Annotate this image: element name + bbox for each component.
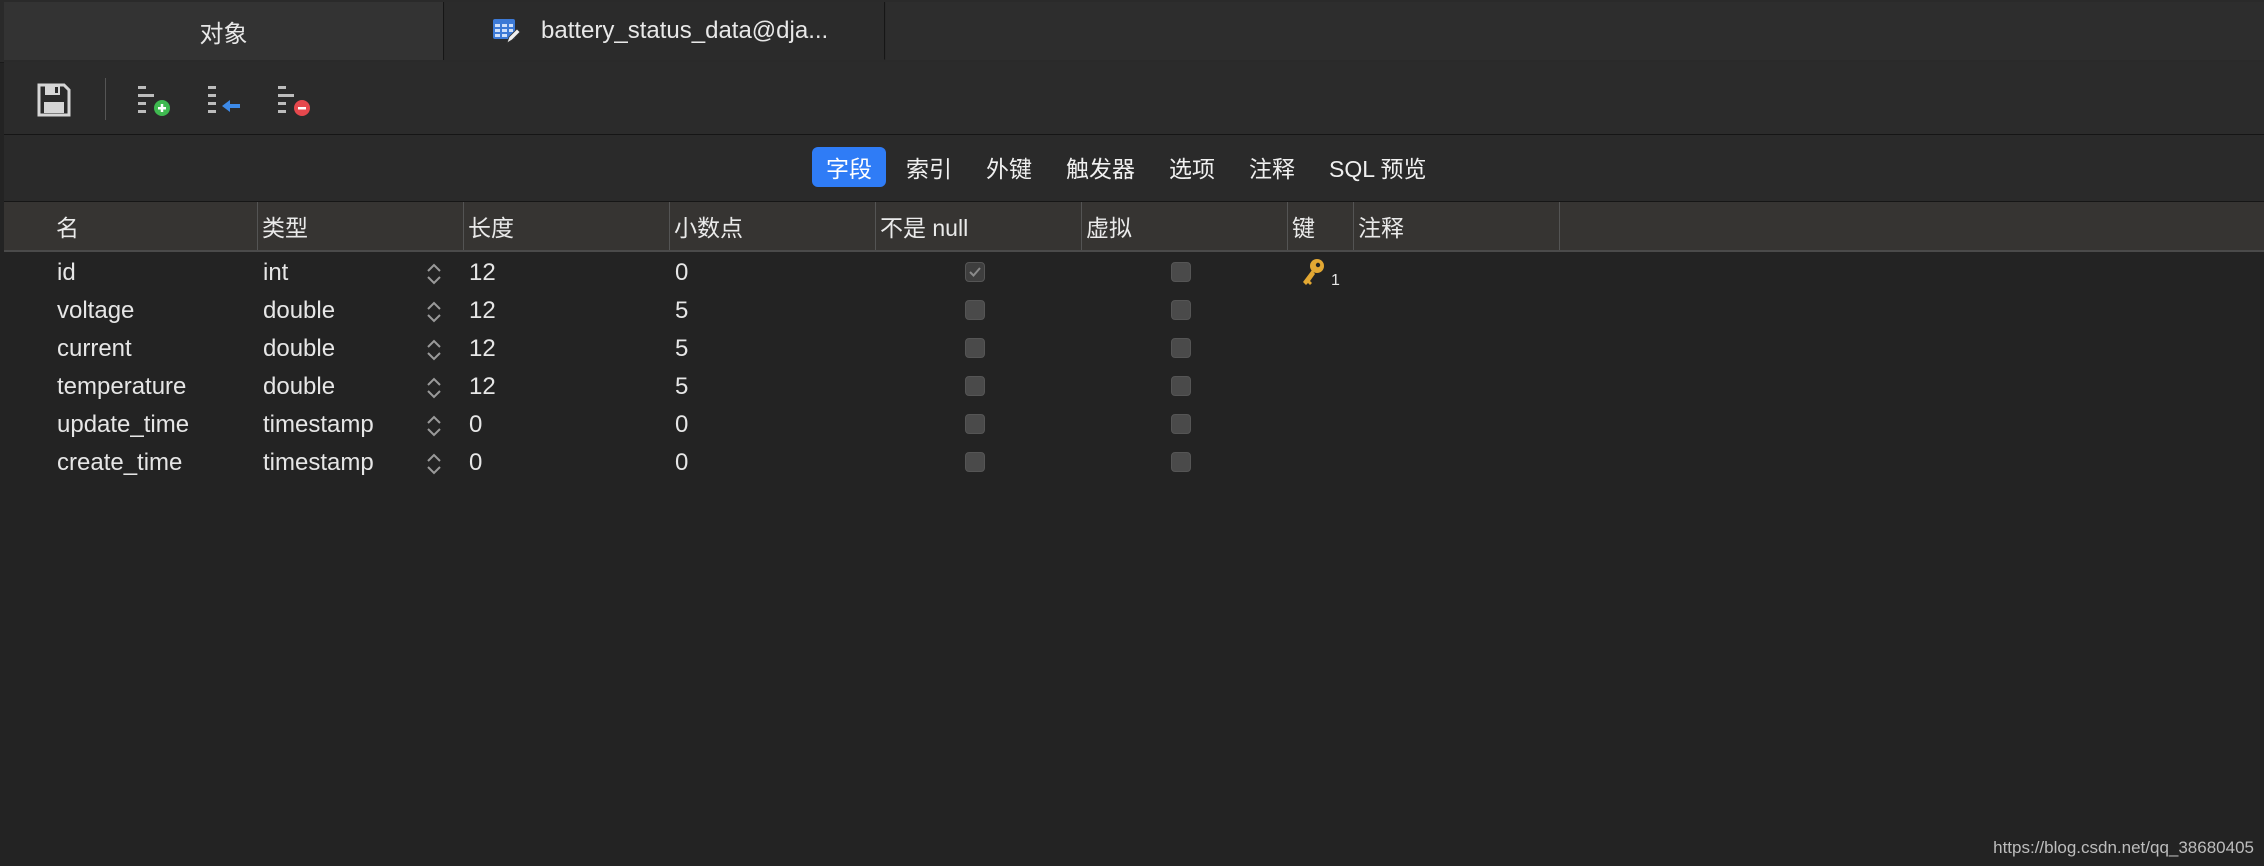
virtual-checkbox[interactable] — [1171, 414, 1191, 434]
field-length-cell[interactable]: 0 — [469, 444, 482, 482]
tab-foreign-keys-label: 外键 — [986, 156, 1032, 182]
field-decimal-cell[interactable]: 5 — [675, 368, 688, 406]
not-null-checkbox[interactable] — [965, 338, 985, 358]
type-stepper-icon[interactable] — [424, 374, 444, 402]
field-type-cell[interactable]: double — [263, 292, 335, 330]
field-type-cell[interactable]: int — [263, 254, 288, 292]
insert-field-icon — [208, 86, 240, 113]
save-button[interactable] — [34, 80, 74, 120]
not-null-checkbox[interactable] — [965, 300, 985, 320]
field-length-cell[interactable]: 12 — [469, 330, 496, 368]
table-row[interactable]: current double 12 5 — [4, 330, 2264, 368]
not-null-checkbox[interactable] — [965, 414, 985, 434]
field-name-cell[interactable]: voltage — [57, 292, 134, 330]
field-length-cell[interactable]: 12 — [469, 254, 496, 292]
table-designer-window: 对象 battery_status_data@dja... 字段 索引 外键 触… — [0, 0, 2264, 866]
designer-tabs: 字段 索引 外键 触发器 选项 注释 SQL 预览 — [812, 147, 1441, 187]
tab-options[interactable]: 选项 — [1155, 147, 1229, 187]
table-row[interactable]: voltage double 12 5 — [4, 292, 2264, 330]
type-stepper-icon[interactable] — [424, 412, 444, 440]
toolbar — [4, 62, 2264, 135]
table-edit-icon — [493, 18, 521, 44]
tab-bar: 对象 battery_status_data@dja... — [0, 0, 2264, 63]
tab-bar-empty-area — [886, 2, 2264, 60]
delete-field-icon — [278, 86, 310, 116]
field-decimal-cell[interactable]: 0 — [675, 444, 688, 482]
tab-foreign-keys[interactable]: 外键 — [972, 147, 1046, 187]
field-name-cell[interactable]: current — [57, 330, 132, 368]
tab-comment[interactable]: 注释 — [1235, 147, 1309, 187]
table-row[interactable]: update_time timestamp 0 0 — [4, 406, 2264, 444]
field-decimal-cell[interactable]: 5 — [675, 292, 688, 330]
delete-field-button[interactable] — [274, 80, 314, 120]
type-stepper-icon[interactable] — [424, 260, 444, 288]
column-header-type[interactable]: 类型 — [258, 202, 464, 250]
field-type-cell[interactable]: timestamp — [263, 444, 374, 482]
tab-sql-preview-label: SQL 预览 — [1329, 156, 1427, 182]
virtual-checkbox[interactable] — [1171, 262, 1191, 282]
virtual-checkbox[interactable] — [1171, 452, 1191, 472]
tab-table-label: battery_status_data@dja... — [541, 16, 829, 44]
tab-indexes[interactable]: 索引 — [892, 147, 966, 187]
add-field-button[interactable] — [134, 80, 174, 120]
tab-fields-label: 字段 — [826, 156, 872, 182]
field-decimal-cell[interactable]: 0 — [675, 254, 688, 292]
tab-indexes-label: 索引 — [906, 156, 952, 182]
virtual-checkbox[interactable] — [1171, 300, 1191, 320]
insert-field-button[interactable] — [204, 80, 244, 120]
not-null-checkbox[interactable] — [965, 452, 985, 472]
tab-options-label: 选项 — [1169, 156, 1215, 182]
not-null-checkbox[interactable] — [965, 262, 985, 282]
not-null-checkbox[interactable] — [965, 376, 985, 396]
watermark-url: https://blog.csdn.net/qq_38680405 — [1993, 838, 2254, 857]
field-name-cell[interactable]: temperature — [57, 368, 186, 406]
tab-objects[interactable]: 对象 — [4, 2, 444, 60]
type-stepper-icon[interactable] — [424, 336, 444, 364]
add-field-icon — [138, 86, 170, 116]
column-header-comment[interactable]: 注释 — [1354, 202, 1560, 250]
type-stepper-icon[interactable] — [424, 450, 444, 478]
table-header: 名 类型 长度 小数点 不是 null 虚拟 键 注释 — [4, 202, 2264, 252]
virtual-checkbox[interactable] — [1171, 338, 1191, 358]
column-header-not-null[interactable]: 不是 null — [876, 202, 1082, 250]
field-length-cell[interactable]: 12 — [469, 292, 496, 330]
tab-comment-label: 注释 — [1249, 156, 1295, 182]
field-name-cell[interactable]: create_time — [57, 444, 182, 482]
save-icon — [37, 83, 71, 117]
virtual-checkbox[interactable] — [1171, 376, 1191, 396]
column-header-virtual[interactable]: 虚拟 — [1082, 202, 1288, 250]
toolbar-separator — [105, 78, 106, 120]
column-header-decimal[interactable]: 小数点 — [670, 202, 876, 250]
tab-sql-preview[interactable]: SQL 预览 — [1315, 147, 1441, 187]
field-length-cell[interactable]: 12 — [469, 368, 496, 406]
table-row[interactable]: temperature double 12 5 — [4, 368, 2264, 406]
type-stepper-icon[interactable] — [424, 298, 444, 326]
field-type-cell[interactable]: double — [263, 368, 335, 406]
field-name-cell[interactable]: id — [57, 254, 76, 292]
fields-table: 名 类型 长度 小数点 不是 null 虚拟 键 注释 id int 12 0 1 vol… — [4, 202, 2264, 866]
column-header-length[interactable]: 长度 — [464, 202, 670, 250]
column-header-name[interactable]: 名 — [52, 202, 258, 250]
field-type-cell[interactable]: double — [263, 330, 335, 368]
designer-tab-bar: 字段 索引 外键 触发器 选项 注释 SQL 预览 — [4, 135, 2264, 202]
field-decimal-cell[interactable]: 0 — [675, 406, 688, 444]
tab-triggers[interactable]: 触发器 — [1052, 147, 1149, 187]
tab-fields[interactable]: 字段 — [812, 147, 886, 187]
table-row[interactable]: create_time timestamp 0 0 — [4, 444, 2264, 482]
field-name-cell[interactable]: update_time — [57, 406, 189, 444]
table-row[interactable]: id int 12 0 1 — [4, 254, 2264, 292]
field-type-cell[interactable]: timestamp — [263, 406, 374, 444]
field-decimal-cell[interactable]: 5 — [675, 330, 688, 368]
tab-triggers-label: 触发器 — [1066, 156, 1135, 182]
tab-objects-label: 对象 — [199, 20, 248, 48]
tab-table-design[interactable]: battery_status_data@dja... — [445, 2, 885, 60]
field-length-cell[interactable]: 0 — [469, 406, 482, 444]
column-header-key[interactable]: 键 — [1288, 202, 1354, 250]
checkmark-icon — [969, 267, 981, 277]
